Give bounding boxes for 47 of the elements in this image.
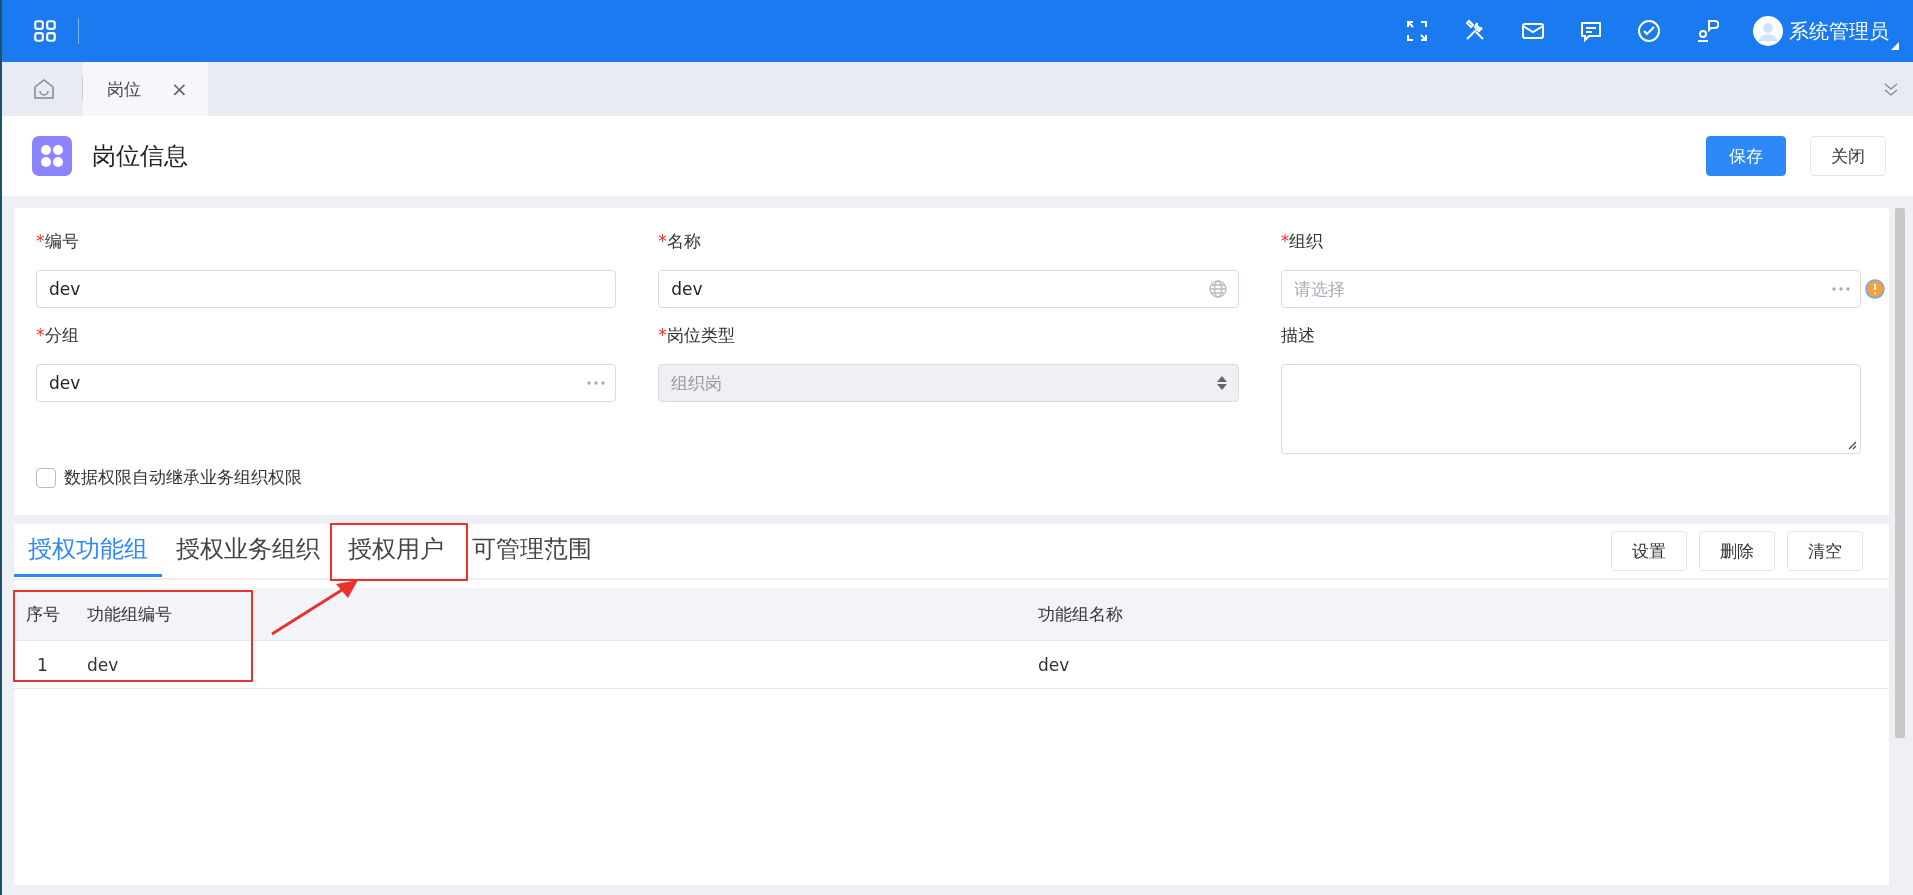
textarea-field[interactable] [1280,364,1861,454]
column-header: 功能组名称 [1037,602,1124,626]
column-header: 功能组编号 [86,602,173,626]
field-label: *分组 [36,324,80,347]
user-menu[interactable]: 系统管理员 [1753,16,1899,46]
action-button[interactable]: 删除 [1699,531,1775,571]
close-icon[interactable]: × [171,77,188,101]
detail-tab[interactable]: 授权用户 [334,525,458,577]
apps-grid-icon[interactable] [32,18,58,44]
sort-arrows-icon [1215,375,1228,391]
field-label: *组织 [1280,230,1325,253]
action-button[interactable]: 清空 [1787,531,1863,571]
input-field[interactable]: dev [36,364,617,402]
input-field[interactable]: dev [658,270,1239,308]
detail-tab[interactable]: 可管理范围 [458,525,606,577]
table-cell-text: 1 [36,654,49,675]
action-button[interactable]: 设置 [1611,531,1687,571]
scrollbar[interactable] [1895,208,1905,738]
detail-tab[interactable]: 授权业务组织 [162,525,334,577]
more-dots-icon[interactable] [1832,287,1850,291]
field-label: *岗位类型 [658,324,736,347]
field-label: *名称 [658,230,702,253]
home-icon[interactable] [32,77,56,101]
user-chat-icon[interactable] [1695,19,1719,43]
check-circle-icon[interactable] [1637,19,1661,43]
more-dots-icon[interactable] [587,381,606,385]
table-cell-text: dev [86,654,120,675]
page-tab[interactable]: 岗位 × [83,62,208,116]
fullscreen-icon[interactable] [1405,19,1429,43]
input-field[interactable]: dev [36,270,617,308]
resize-grip-icon [1847,440,1857,450]
field-label: *编号 [36,230,80,253]
detail-tab[interactable]: 授权功能组 [14,525,162,577]
field-label: 描述 [1280,324,1316,347]
avatar-icon [1753,16,1783,46]
message-icon[interactable] [1579,19,1603,43]
column-header: 序号 [24,602,61,626]
save-button[interactable]: 保存 [1706,136,1786,176]
table-cell-text: dev [1037,654,1071,675]
page-title: 岗位信息 [92,141,188,172]
inherit-checkbox[interactable]: 数据权限自动继承业务组织权限 [36,466,1861,489]
double-chevron-icon[interactable] [1883,81,1899,97]
checkbox[interactable] [36,467,56,488]
flower-icon [32,136,72,176]
close-button[interactable]: 关闭 [1810,136,1886,176]
corner-caret-icon [1891,42,1899,50]
globe-icon[interactable] [1207,279,1228,299]
